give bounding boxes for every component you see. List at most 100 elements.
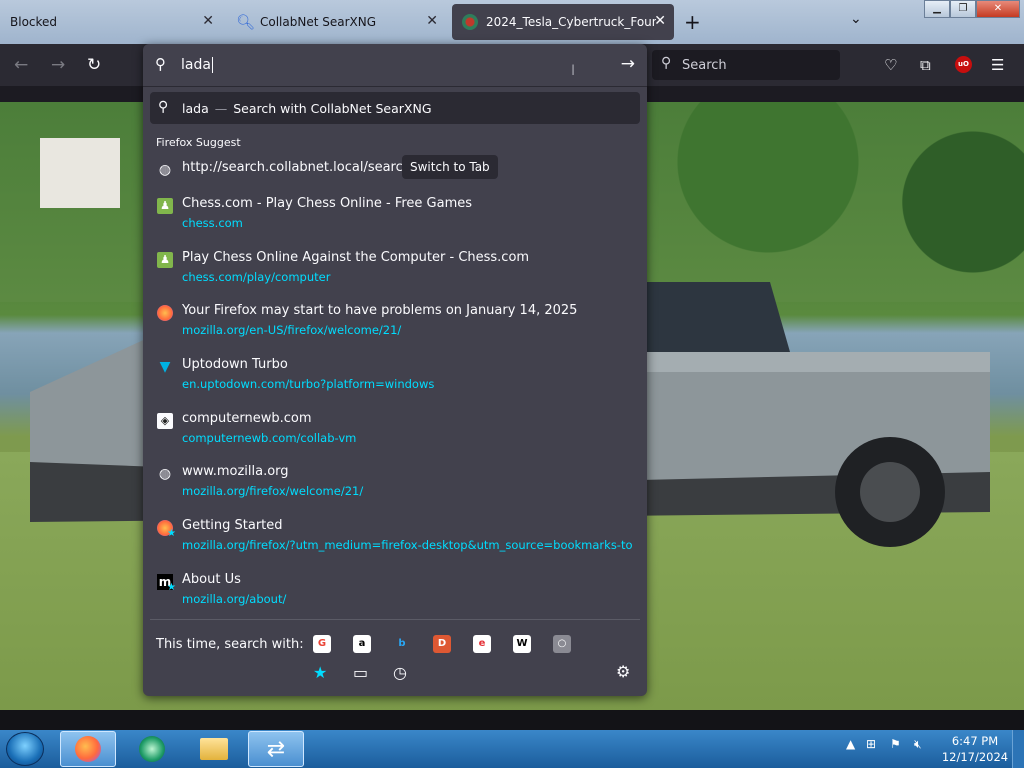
- pocket-icon[interactable]: ♡: [884, 56, 897, 74]
- result-url: mozilla.org/firefox/?utm_medium=firefox-…: [182, 538, 632, 552]
- globe-icon: ◍: [158, 162, 172, 178]
- amazon-icon[interactable]: a: [353, 635, 371, 653]
- taskbar-app[interactable]: ⇄: [248, 731, 304, 767]
- heuristic-query: lada: [182, 100, 209, 116]
- result-url: en.uptodown.com/turbo?platform=windows: [182, 377, 435, 391]
- chess-pawn-icon: ♟: [157, 252, 173, 268]
- result-row[interactable]: ♟ Chess.com - Play Chess Online - Free G…: [150, 196, 640, 236]
- background-house: [40, 138, 120, 208]
- windows-taskbar: ⇄ ▲ ⊞ ⚑ 🔇︎ 6:47 PM 12/17/2024: [0, 710, 1024, 768]
- chevron-down-icon[interactable]: ⌄: [850, 11, 862, 27]
- forward-arrow-icon[interactable]: →: [51, 55, 65, 75]
- result-title: www.mozilla.org: [182, 464, 289, 479]
- bing-icon[interactable]: b: [393, 635, 411, 653]
- extensions-icon[interactable]: ⧉: [920, 56, 931, 74]
- folder-icon: [200, 738, 228, 760]
- result-row[interactable]: ▼ Uptodown Turbo en.uptodown.com/turbo?p…: [150, 357, 640, 397]
- computernewb-icon: ◈: [157, 413, 173, 429]
- close-window-icon[interactable]: ✕: [976, 0, 1020, 18]
- result-title: http://search.collabnet.local/search: [182, 160, 412, 175]
- uptodown-icon: ▼: [159, 359, 171, 375]
- result-title: Your Firefox may start to have problems …: [182, 303, 578, 318]
- result-row[interactable]: ♟ Play Chess Online Against the Computer…: [150, 250, 640, 290]
- divider: [143, 86, 647, 87]
- tab-title: Blocked: [10, 15, 58, 29]
- reload-icon[interactable]: ↻: [87, 55, 101, 75]
- result-title: computernewb.com: [182, 411, 312, 426]
- media-app-icon: [139, 736, 165, 762]
- chess-pawn-icon: ♟: [157, 198, 173, 214]
- taskbar-firefox[interactable]: [60, 731, 116, 767]
- wikipedia-icon[interactable]: W: [513, 635, 531, 653]
- result-url: chess.com/play/computer: [182, 270, 331, 284]
- result-row[interactable]: ◍ http://search.collabnet.local/search S…: [150, 155, 640, 184]
- gear-icon[interactable]: ⚙: [616, 662, 630, 681]
- result-row[interactable]: ◈ computernewb.com computernewb.com/coll…: [150, 411, 640, 451]
- searxng-icon[interactable]: ○: [553, 635, 571, 653]
- taskbar-app[interactable]: [124, 731, 180, 767]
- google-icon[interactable]: G: [313, 635, 331, 653]
- search-icon: ⚲: [158, 99, 169, 115]
- urlbar-input[interactable]: ⚲ lada I →: [143, 44, 647, 86]
- history-clock-icon[interactable]: ◷: [393, 663, 407, 682]
- tab-title: 2024_Tesla_Cybertruck_Foundation: [486, 15, 656, 29]
- taskbar-explorer[interactable]: [186, 731, 242, 767]
- show-desktop-button[interactable]: [1012, 730, 1024, 768]
- firefox-icon: [75, 736, 101, 762]
- result-url: mozilla.org/en-US/firefox/welcome/21/: [182, 323, 402, 337]
- show-hidden-icons-icon[interactable]: ▲: [846, 737, 855, 751]
- new-tab-icon[interactable]: +: [684, 10, 701, 34]
- restore-icon[interactable]: ❐: [950, 0, 976, 18]
- result-row[interactable]: ★ Getting Started mozilla.org/firefox/?u…: [150, 518, 640, 558]
- minimize-icon[interactable]: ▁: [924, 0, 950, 18]
- bookmark-star-icon: ★: [167, 528, 176, 539]
- result-url: mozilla.org/about/: [182, 592, 287, 606]
- heuristic-separator: —: [214, 100, 228, 116]
- firefox-icon: [157, 305, 173, 321]
- back-arrow-icon[interactable]: ←: [14, 55, 28, 75]
- result-row[interactable]: m ★ About Us mozilla.org/about/: [150, 572, 640, 612]
- taskbar-clock[interactable]: 6:47 PM 12/17/2024: [940, 733, 1010, 765]
- group-label: Firefox Suggest: [156, 136, 241, 149]
- divider: [150, 619, 640, 620]
- close-tab-icon[interactable]: ✕: [654, 13, 666, 29]
- tab-blocked[interactable]: Blocked ✕: [0, 4, 222, 40]
- window-controls: ▁ ❐ ✕: [924, 0, 1020, 18]
- search-bar[interactable]: ⚲ Search: [652, 50, 840, 80]
- tab-strip: Blocked ✕ 🔍︎ CollabNet SearXNG ✕ 2024_Te…: [0, 0, 1024, 44]
- globe-icon: ◍: [158, 466, 172, 482]
- clock-time: 6:47 PM: [951, 734, 999, 748]
- close-tab-icon[interactable]: ✕: [426, 13, 438, 29]
- search-icon: ⚲: [155, 55, 166, 73]
- ebay-icon[interactable]: e: [473, 635, 491, 653]
- switch-to-tab-badge[interactable]: Switch to Tab: [402, 155, 498, 179]
- ublock-origin-icon[interactable]: uO: [955, 56, 972, 73]
- result-title: Uptodown Turbo: [182, 357, 288, 372]
- tab-cybertruck[interactable]: 2024_Tesla_Cybertruck_Foundation ✕: [452, 4, 674, 40]
- tab-collabnet-searxng[interactable]: 🔍︎ CollabNet SearXNG ✕: [226, 4, 446, 40]
- wikimedia-icon: [462, 14, 478, 30]
- text-cursor-icon: I: [571, 63, 576, 79]
- bookmarks-star-icon[interactable]: ★: [313, 663, 327, 682]
- clock-date: 12/17/2024: [941, 750, 1009, 764]
- start-button[interactable]: [6, 732, 44, 766]
- search-icon: 🔍︎: [236, 13, 256, 31]
- volume-muted-icon[interactable]: 🔇︎: [914, 737, 922, 752]
- flag-icon[interactable]: ⚑: [890, 737, 901, 751]
- result-row[interactable]: ◍ www.mozilla.org mozilla.org/firefox/we…: [150, 464, 640, 504]
- urlbar-dropdown: ⚲ lada I → ⚲ lada — Search with CollabNe…: [143, 44, 647, 696]
- heuristic-action: Search with CollabNet SearXNG: [233, 100, 432, 116]
- heuristic-search-result[interactable]: ⚲ lada — Search with CollabNet SearXNG: [150, 92, 640, 124]
- close-tab-icon[interactable]: ✕: [202, 13, 214, 29]
- urlbar-typed-value[interactable]: lada: [181, 57, 213, 73]
- result-row[interactable]: Your Firefox may start to have problems …: [150, 303, 640, 343]
- duckduckgo-icon[interactable]: D: [433, 635, 451, 653]
- go-arrow-icon[interactable]: →: [621, 54, 635, 74]
- result-title: Getting Started: [182, 518, 283, 533]
- tabs-icon[interactable]: ▭: [353, 663, 368, 682]
- menu-icon[interactable]: ☰: [991, 56, 1004, 74]
- network-icon[interactable]: ⊞: [866, 737, 876, 751]
- result-title: About Us: [182, 572, 241, 587]
- search-placeholder: Search: [682, 57, 727, 73]
- result-title: Chess.com - Play Chess Online - Free Gam…: [182, 196, 473, 211]
